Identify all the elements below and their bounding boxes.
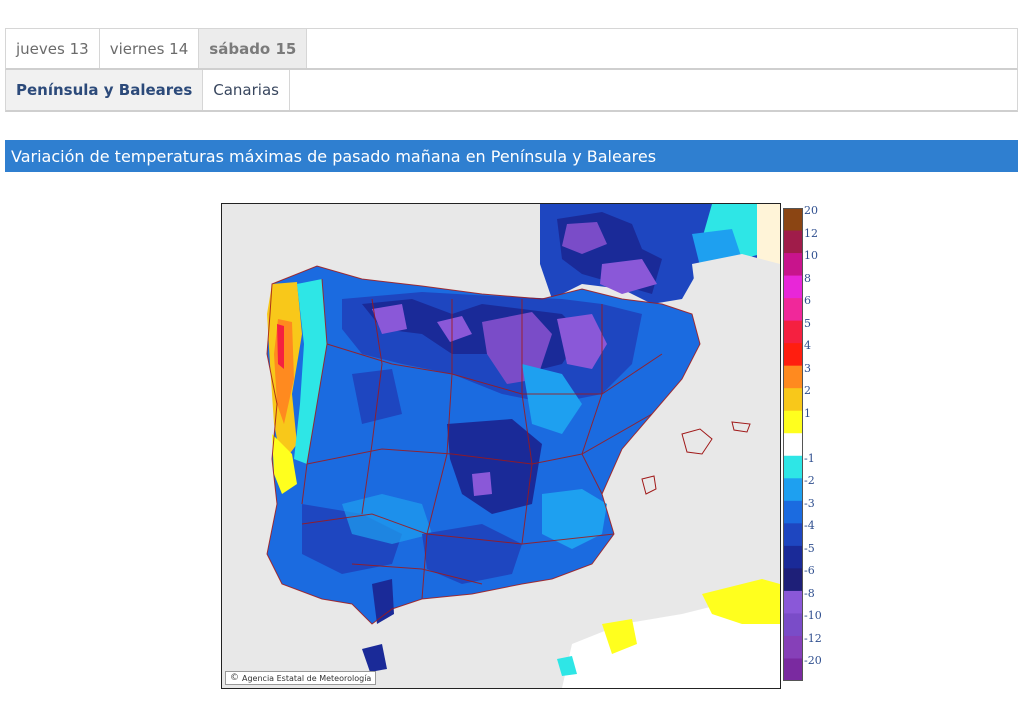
legend-label: -5: [804, 541, 815, 555]
region-tabs: Península y Baleares Canarias: [5, 70, 1018, 112]
legend-label: -10: [804, 609, 822, 623]
legend-label: -3: [804, 496, 815, 510]
legend-swatch: [783, 320, 803, 344]
map-graphic: [222, 204, 780, 688]
legend-swatch: [783, 433, 803, 457]
temperature-map: © Agencia Estatal de Meteorología: [221, 203, 781, 689]
legend-swatch: [783, 208, 803, 232]
legend-label: -6: [804, 564, 815, 578]
tab-day-friday[interactable]: viernes 14: [100, 29, 200, 68]
map-title: Variación de temperaturas máximas de pas…: [11, 146, 657, 166]
tab-day-thursday[interactable]: jueves 13: [6, 29, 100, 68]
legend-swatch: [783, 410, 803, 434]
credit-text: Agencia Estatal de Meteorología: [242, 673, 372, 683]
legend-label: 2: [804, 384, 811, 398]
legend-swatch: [783, 658, 803, 681]
legend-label: -4: [804, 519, 815, 533]
legend-label: -20: [804, 654, 822, 668]
legend-swatch: [783, 253, 803, 277]
legend-swatch: [783, 230, 803, 254]
legend-label: -8: [804, 586, 815, 600]
legend-swatch: [783, 275, 803, 299]
legend-swatch: [783, 635, 803, 659]
legend-swatch: [783, 545, 803, 569]
legend-swatch: [783, 500, 803, 524]
tab-day-saturday[interactable]: sábado 15: [199, 29, 308, 68]
legend-label: 3: [804, 361, 811, 375]
legend-swatch: [783, 613, 803, 637]
legend-swatch: [783, 568, 803, 592]
day-tabs: jueves 13 viernes 14 sábado 15: [5, 28, 1018, 70]
legend-swatch: [783, 523, 803, 547]
copyright-credit: © Agencia Estatal de Meteorología: [225, 671, 377, 685]
legend-label: 5: [804, 316, 811, 330]
legend-swatch: [783, 343, 803, 367]
legend-labels: 20 12 10 8 6 5 4 3 2 1 -1 -2 -3 -4 -5 -6 -8 -10 -12 -20: [804, 204, 834, 694]
tab-region-canarias[interactable]: Canarias: [203, 70, 290, 110]
legend-label: 8: [804, 271, 811, 285]
legend-label: -12: [804, 631, 822, 645]
legend-swatch: [783, 590, 803, 614]
tab-region-peninsula[interactable]: Península y Baleares: [6, 70, 204, 110]
map-title-bar: Variación de temperaturas máximas de pas…: [5, 140, 1018, 172]
legend-label: 4: [804, 339, 811, 353]
legend-label: -2: [804, 474, 815, 488]
legend-swatch: [783, 478, 803, 502]
legend-label: 12: [804, 226, 818, 240]
legend-swatch: [783, 388, 803, 412]
legend-label: -1: [804, 451, 815, 465]
legend-label: 6: [804, 294, 811, 308]
copyright-icon: ©: [230, 673, 239, 683]
legend-label: 20: [804, 204, 818, 217]
legend-label: 10: [804, 249, 818, 263]
legend-label: 1: [804, 406, 811, 420]
legend-swatch: [783, 455, 803, 479]
legend-swatch: [783, 298, 803, 322]
color-scale-legend: [783, 208, 803, 681]
legend-swatch: [783, 365, 803, 389]
